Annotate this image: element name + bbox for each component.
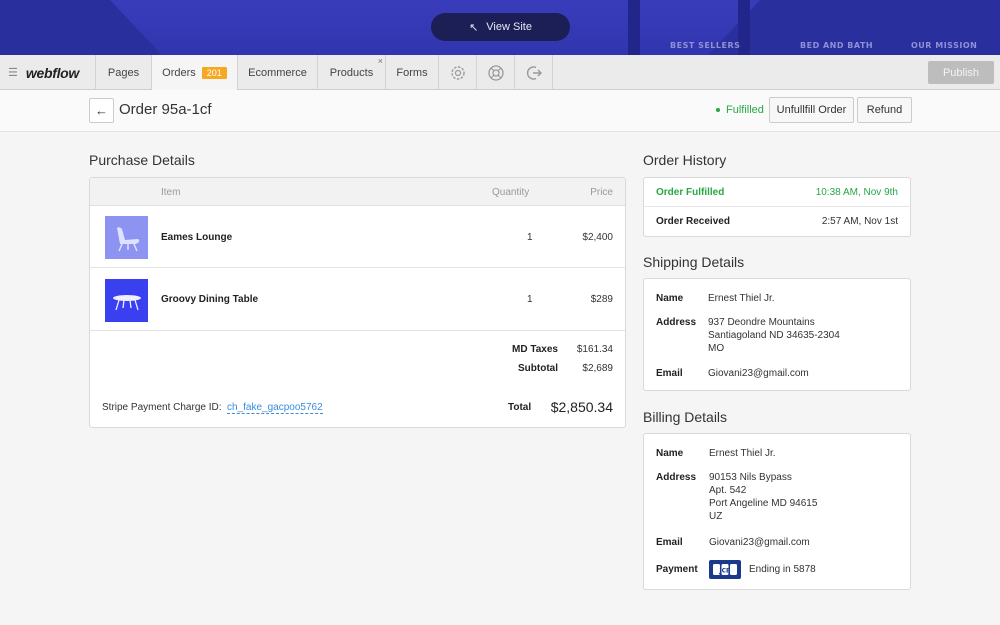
shipping-email-label: Email [656,368,683,379]
address-line: Apt. 542 [709,485,747,496]
taxes-value: $161.34 [576,344,613,355]
tab-forms-label: Forms [396,66,428,79]
page-title: Order 95a-1cf [119,101,212,118]
item-price: $2,400 [582,232,613,243]
view-site-button[interactable]: ↖ View Site [431,13,570,41]
product-image-eames-lounge [105,216,148,259]
column-header-item: Item [161,187,181,198]
billing-email-label: Email [656,537,683,548]
billing-name-label: Name [656,448,684,459]
history-time: 2:57 AM, Nov 1st [821,216,898,227]
address-line: 90153 Nils Bypass [709,472,792,483]
banner-table-leg [628,0,640,55]
tab-pages-label: Pages [107,66,140,79]
address-line: MO [708,343,725,354]
billing-payment-label: Payment [656,564,698,575]
table-row[interactable]: Eames Lounge 1 $2,400 [90,206,625,268]
address-line: UZ [709,511,723,522]
stripe-charge-id-link[interactable]: ch_fake_gacpoo5762 [227,402,323,414]
banner-nav-bed-and-bath: BED AND BATH [800,41,874,50]
history-row: Order Received 2:57 AM, Nov 1st [644,207,910,236]
tab-products-label: Products [329,66,374,79]
subtotal-value: $2,689 [582,363,613,374]
product-image-groovy-dining-table [105,279,148,322]
webflow-logo: webflow [25,64,79,81]
arrow-left-icon: ← [95,103,108,118]
webflow-toolbar: ☰ webflow Pages Orders 201 Ecommerce Pro… [0,55,1000,91]
taxes-label: MD Taxes [512,344,558,355]
shipping-name: Ernest Thiel Jr. [708,293,775,304]
address-line: Santiagoland ND 34635-2304 [708,330,840,341]
brand[interactable]: ☰ webflow [0,55,96,90]
credit-card-icon: JCB [709,560,741,579]
shipping-details-title: Shipping Details [643,254,745,270]
view-site-label: View Site [486,21,532,33]
banner-nav-our-mission: OUR MISSION [911,41,978,50]
table-row[interactable]: Groovy Dining Table 1 $289 [90,269,625,331]
tab-orders-label: Orders [162,67,196,79]
settings-gear-icon[interactable] [439,55,477,90]
tab-products[interactable]: Products × [318,55,386,90]
export-icon[interactable] [515,55,553,90]
hamburger-menu-icon[interactable]: ☰ [8,66,18,79]
card-brand-text: JCB [718,568,731,575]
item-quantity: 1 [527,232,533,243]
order-header: ← Order 95a-1cf Fulfilled Unfullfill Ord… [0,90,1000,132]
site-preview-banner: BEST SELLERS BED AND BATH OUR MISSION ↖ … [0,0,1000,55]
subtotal-label: Subtotal [518,363,558,374]
arrow-up-left-icon: ↖ [469,21,479,34]
billing-name: Ernest Thiel Jr. [709,448,776,459]
history-row: Order Fulfilled 10:38 AM, Nov 9th [644,178,910,207]
billing-details-card: Name Ernest Thiel Jr. Address 90153 Nils… [643,433,911,590]
address-line: Port Angeline MD 94615 [709,498,818,509]
item-quantity: 1 [527,294,533,305]
total-value: $2,850.34 [550,399,613,415]
purchase-details-card: Item Quantity Price Eames Lounge 1 $2,40… [89,177,626,428]
tab-orders[interactable]: Orders 201 [152,55,238,91]
item-name: Groovy Dining Table [161,294,259,305]
status-dot-icon [716,108,720,112]
refund-button[interactable]: Refund [857,97,912,123]
orders-count-badge: 201 [201,67,227,79]
stripe-charge-label: Stripe Payment Charge ID: [102,402,222,413]
close-icon[interactable]: × [378,56,383,66]
billing-address: 90153 Nils Bypass Apt. 542 Port Angeline… [709,471,817,523]
total-label: Total [508,402,532,413]
shipping-name-label: Name [656,293,684,304]
tab-pages[interactable]: Pages [96,55,152,90]
payment-card-ending: Ending in 5878 [749,564,816,575]
unfulfill-order-button[interactable]: Unfullfill Order [769,97,854,123]
address-line: 937 Deondre Mountains [708,317,815,328]
history-time: 10:38 AM, Nov 9th [815,187,898,198]
purchase-details-title: Purchase Details [89,152,195,168]
shipping-email: Giovani23@gmail.com [708,368,809,379]
billing-details-title: Billing Details [643,409,728,425]
history-event: Order Received [656,216,730,227]
item-price: $289 [590,294,613,305]
help-lifebuoy-icon[interactable] [477,55,515,90]
publish-button[interactable]: Publish [928,61,994,84]
shipping-address-label: Address [656,317,697,328]
order-history-card: Order Fulfilled 10:38 AM, Nov 9th Order … [643,177,911,237]
back-button[interactable]: ← [89,98,114,123]
banner-nav-best-sellers: BEST SELLERS [670,41,741,50]
table-header: Item Quantity Price [90,178,625,206]
billing-address-label: Address [656,472,697,483]
item-name: Eames Lounge [161,232,233,243]
column-header-price: Price [590,187,613,198]
status-badge: Fulfilled [716,104,764,116]
tab-ecommerce-label: Ecommerce [248,66,307,79]
history-event: Order Fulfilled [656,187,725,198]
shipping-details-card: Name Ernest Thiel Jr. Address 937 Deondr… [643,278,911,391]
tab-forms[interactable]: Forms [386,55,439,90]
tab-ecommerce[interactable]: Ecommerce [238,55,318,90]
billing-email: Giovani23@gmail.com [709,537,810,548]
column-header-quantity: Quantity [492,187,530,198]
shipping-address: 937 Deondre Mountains Santiagoland ND 34… [708,316,840,355]
status-label: Fulfilled [726,104,764,116]
order-history-title: Order History [643,152,727,168]
